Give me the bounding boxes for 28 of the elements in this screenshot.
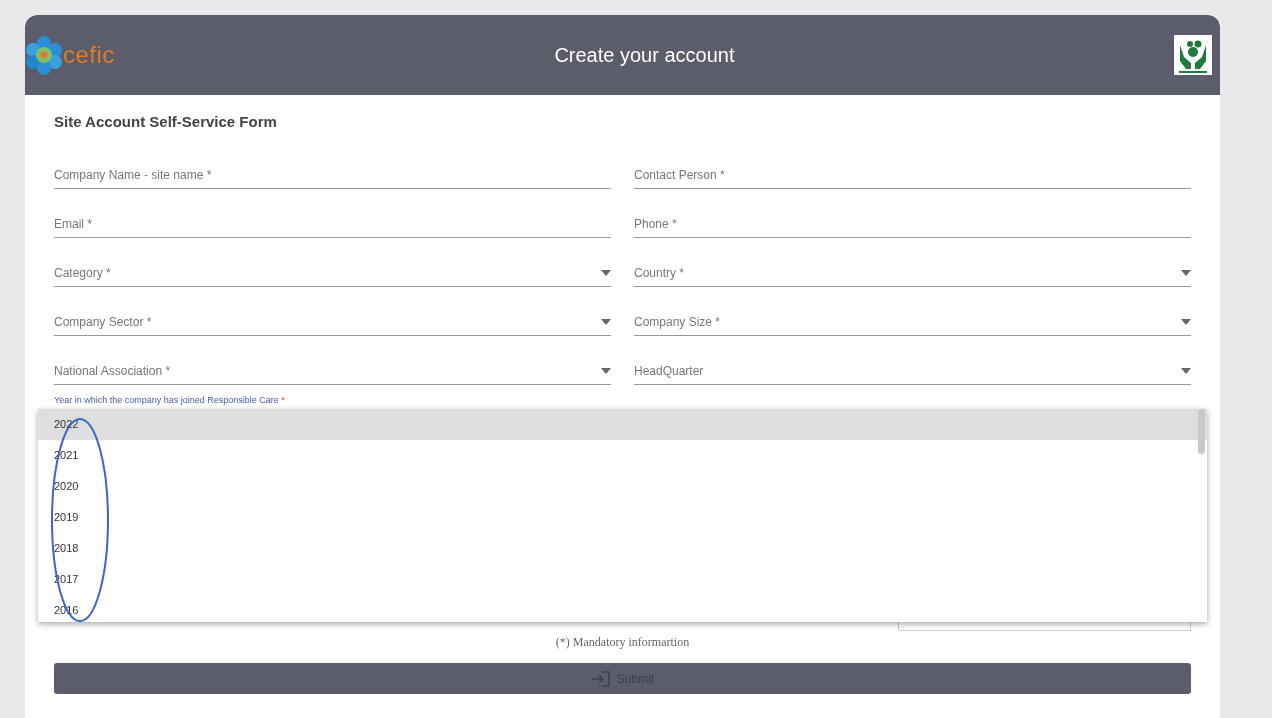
scrollbar-thumb[interactable]	[1198, 409, 1205, 454]
login-icon	[590, 670, 611, 687]
input-field[interactable]: Phone *	[634, 202, 1191, 238]
page-title: Create your account	[554, 43, 735, 68]
input-field[interactable]: Contact Person *	[634, 153, 1191, 189]
select-field[interactable]: HeadQuarter	[634, 349, 1191, 385]
caret-icon	[601, 318, 611, 325]
form-title: Site Account Self-Service Form	[54, 112, 278, 132]
caret-icon	[1181, 318, 1191, 325]
select-field[interactable]: Company Sector *	[54, 300, 611, 336]
select-field[interactable]: National Association *	[54, 349, 611, 385]
caret-icon	[601, 367, 611, 374]
select-field[interactable]: Company Size *	[634, 300, 1191, 336]
input-field[interactable]: Email *	[54, 202, 611, 238]
year-option[interactable]: 2019	[38, 502, 1207, 533]
flower-logo-icon	[25, 35, 63, 75]
select-field[interactable]: Category *	[54, 251, 611, 287]
caret-icon	[1181, 367, 1191, 374]
caret-icon	[601, 269, 611, 276]
hands-logo-icon	[1174, 35, 1212, 75]
input-field[interactable]: Company Name - site name *	[54, 153, 611, 189]
year-option[interactable]: 2020	[38, 471, 1207, 502]
caret-icon	[1181, 269, 1191, 276]
field-label: Year in which the company has joined Responsible Care *	[54, 394, 286, 406]
year-option[interactable]: 2018	[38, 533, 1207, 564]
select-field[interactable]: Country *	[634, 251, 1191, 287]
logo-text: cefic	[63, 40, 115, 70]
mandatory-note: (*) Mandatory informartion	[555, 635, 690, 649]
